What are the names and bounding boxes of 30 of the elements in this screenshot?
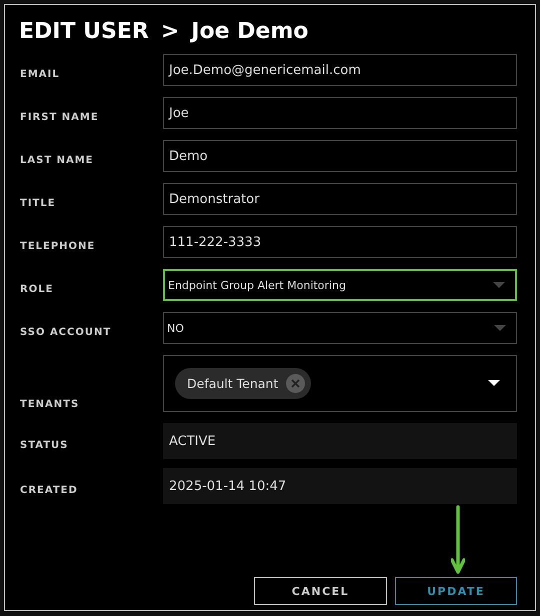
field-label: TELEPHONE (19, 240, 96, 252)
user-name: Joe Demo (191, 18, 308, 44)
readonly-field: 2025-01-14 10:47 (163, 468, 517, 504)
caret-icon (493, 282, 505, 288)
field-label: ROLE (19, 282, 54, 294)
field-label: LAST NAME (19, 154, 95, 166)
caret-icon (488, 380, 500, 387)
update-button[interactable]: UPDATE (395, 577, 517, 605)
field-label: EMAIL (19, 68, 61, 80)
remove-icon[interactable] (286, 374, 306, 393)
multiselect-field[interactable]: Default Tenant (163, 355, 517, 412)
dialog-title: EDIT USER (19, 18, 149, 44)
input-field[interactable]: 111-222-3333 (163, 226, 517, 258)
breadcrumb-separator: > (160, 18, 180, 44)
readonly-field: ACTIVE (163, 423, 517, 459)
field-label: FIRST NAME (19, 110, 100, 122)
caret-icon (494, 324, 506, 332)
input-field[interactable]: Joe.Demo@genericemail.com (163, 54, 517, 86)
dropdown-field[interactable]: Endpoint Group Alert Monitoring (163, 269, 517, 301)
dropdown-field[interactable]: NO (163, 312, 517, 344)
input-field[interactable]: Demonstrator (163, 183, 517, 215)
field-label: SSO ACCOUNT (19, 326, 112, 338)
input-field[interactable]: Demo (163, 140, 517, 172)
cancel-button[interactable]: CANCEL (254, 577, 387, 605)
field-label: TITLE (19, 196, 57, 208)
chip-label: Default Tenant (187, 376, 278, 391)
field-label: TENANTS (19, 398, 80, 412)
input-field[interactable]: Joe (163, 97, 517, 129)
field-label: CREATED (19, 484, 79, 496)
field-label: STATUS (19, 438, 70, 450)
